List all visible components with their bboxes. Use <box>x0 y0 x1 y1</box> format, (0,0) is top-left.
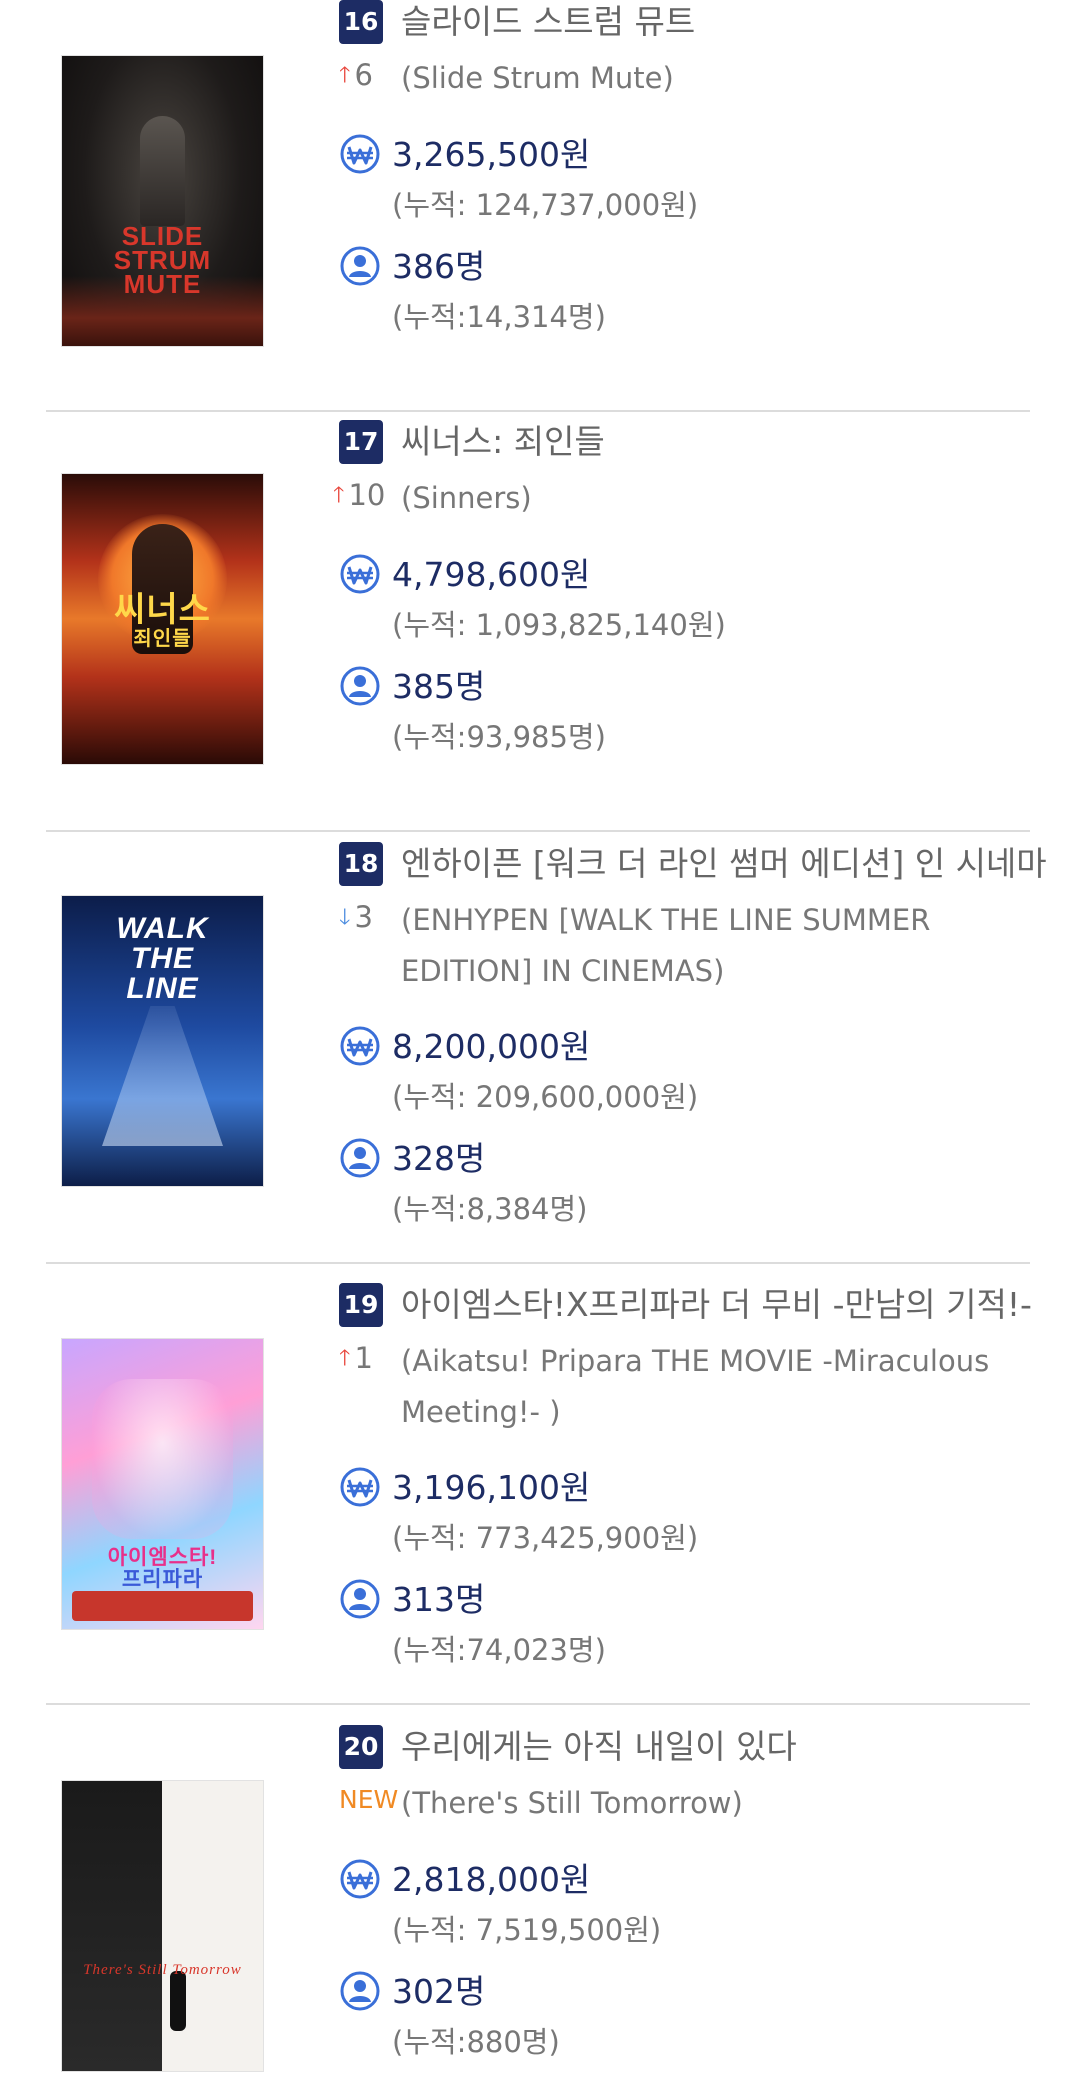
won-icon <box>340 1026 380 1066</box>
daily-audience: 385명 <box>392 667 486 706</box>
rank-badge: 16 <box>339 0 383 44</box>
movie-poster[interactable]: SLIDE STRUM MUTE <box>61 55 264 347</box>
cumulative-audience: (누적:74,023명) <box>392 1633 606 1667</box>
divider <box>46 410 1030 412</box>
daily-sales: 3,265,500원 <box>392 135 591 174</box>
movie-poster[interactable]: 아이엠스타! 프리파라 <box>61 1338 264 1630</box>
poster-title-text: SLIDE STRUM MUTE <box>113 221 212 299</box>
new-entry-badge: NEW <box>339 1785 399 1814</box>
rank-up-arrow-icon: 🡑 <box>339 63 351 88</box>
movie-title-ko[interactable]: 아이엠스타!X프리파라 더 무비 -만남의 기적!- <box>401 1283 1032 1327</box>
divider <box>46 830 1030 832</box>
person-icon <box>340 1138 380 1178</box>
movie-title-en: (Sinners) <box>401 481 532 515</box>
cumulative-sales: (누적: 1,093,825,140원) <box>392 608 726 642</box>
rank-badge: 18 <box>339 842 383 886</box>
won-icon <box>340 554 380 594</box>
cumulative-audience: (누적:8,384명) <box>392 1192 588 1226</box>
movie-poster[interactable]: WALK THE LINE <box>61 895 264 1187</box>
rank-change: 🡑 10 <box>333 478 386 512</box>
box-office-list: SLIDE STRUM MUTE 16 슬라이드 스트럼 뮤트 🡑 6 (Slid… <box>0 0 1080 2095</box>
daily-audience: 302명 <box>392 1972 486 2011</box>
movie-title-ko[interactable]: 슬라이드 스트럼 뮤트 <box>401 0 695 44</box>
person-icon <box>340 246 380 286</box>
movie-entry[interactable]: 씨너스 죄인들 17 씨너스: 죄인들 🡑 10 (Sinners) 4,798,… <box>46 420 1030 862</box>
daily-sales: 4,798,600원 <box>392 555 591 594</box>
movie-title-en: (Slide Strum Mute) <box>401 61 674 95</box>
daily-sales: 3,196,100원 <box>392 1468 591 1507</box>
rank-change: 🡑 1 <box>339 1341 373 1375</box>
cumulative-audience: (누적:880명) <box>392 2025 560 2059</box>
rank-badge: 19 <box>339 1283 383 1327</box>
divider <box>46 1703 1030 1705</box>
rank-badge: 17 <box>339 420 383 464</box>
movie-poster[interactable]: 씨너스 죄인들 <box>61 473 264 765</box>
movie-entry[interactable]: WALK THE LINE 18 엔하이픈 [워크 더 라인 썸머 에디션] 인… <box>46 842 1047 1284</box>
movie-title-en: (ENHYPEN [WALK THE LINE SUMMER EDITION] … <box>401 903 931 988</box>
rank-up-arrow-icon: 🡑 <box>339 1346 351 1371</box>
rank-down-arrow-icon: 🡓 <box>339 905 351 930</box>
cumulative-sales: (누적: 773,425,900원) <box>392 1521 699 1555</box>
poster-title-text: 씨너스 죄인들 <box>114 591 211 650</box>
movie-title-ko[interactable]: 우리에게는 아직 내일이 있다 <box>401 1725 797 1769</box>
person-icon <box>340 666 380 706</box>
movie-entry[interactable]: There's Still Tomorrow 20 우리에게는 아직 내일이 있… <box>46 1725 1030 2095</box>
movie-title-ko[interactable]: 씨너스: 죄인들 <box>401 420 605 464</box>
rank-up-arrow-icon: 🡑 <box>333 483 345 508</box>
cumulative-sales: (누적: 7,519,500원) <box>392 1913 662 1947</box>
won-icon <box>340 1859 380 1899</box>
daily-audience: 328명 <box>392 1139 486 1178</box>
daily-audience: 386명 <box>392 247 486 286</box>
rank-badge: 20 <box>339 1725 383 1769</box>
movie-title-en: (Aikatsu! Pripara THE MOVIE -Miraculous … <box>401 1344 990 1429</box>
daily-sales: 2,818,000원 <box>392 1860 591 1899</box>
divider <box>46 1262 1030 1264</box>
won-icon <box>340 1467 380 1507</box>
cumulative-audience: (누적:14,314명) <box>392 300 606 334</box>
poster-title-text: WALK THE LINE <box>116 912 209 1005</box>
rank-change: 🡓 3 <box>339 900 373 934</box>
person-icon <box>340 1971 380 2011</box>
poster-title-text: There's Still Tomorrow <box>83 1962 242 1978</box>
cumulative-sales: (누적: 124,737,000원) <box>392 188 699 222</box>
rank-change: 🡑 6 <box>339 58 373 92</box>
won-icon <box>340 134 380 174</box>
movie-entry[interactable]: SLIDE STRUM MUTE 16 슬라이드 스트럼 뮤트 🡑 6 (Slid… <box>46 0 1030 442</box>
movie-title-en: (There's Still Tomorrow) <box>401 1786 743 1820</box>
cumulative-audience: (누적:93,985명) <box>392 720 606 754</box>
daily-audience: 313명 <box>392 1580 486 1619</box>
daily-sales: 8,200,000원 <box>392 1027 591 1066</box>
movie-poster[interactable]: There's Still Tomorrow <box>61 1780 264 2072</box>
cumulative-sales: (누적: 209,600,000원) <box>392 1080 699 1114</box>
movie-entry[interactable]: 아이엠스타! 프리파라 19 아이엠스타!X프리파라 더 무비 -만남의 기적!… <box>46 1283 1032 1725</box>
person-icon <box>340 1579 380 1619</box>
poster-title-text: 아이엠스타! 프리파라 <box>107 1546 218 1591</box>
movie-title-ko[interactable]: 엔하이픈 [워크 더 라인 썸머 에디션] 인 시네마 <box>401 842 1047 886</box>
